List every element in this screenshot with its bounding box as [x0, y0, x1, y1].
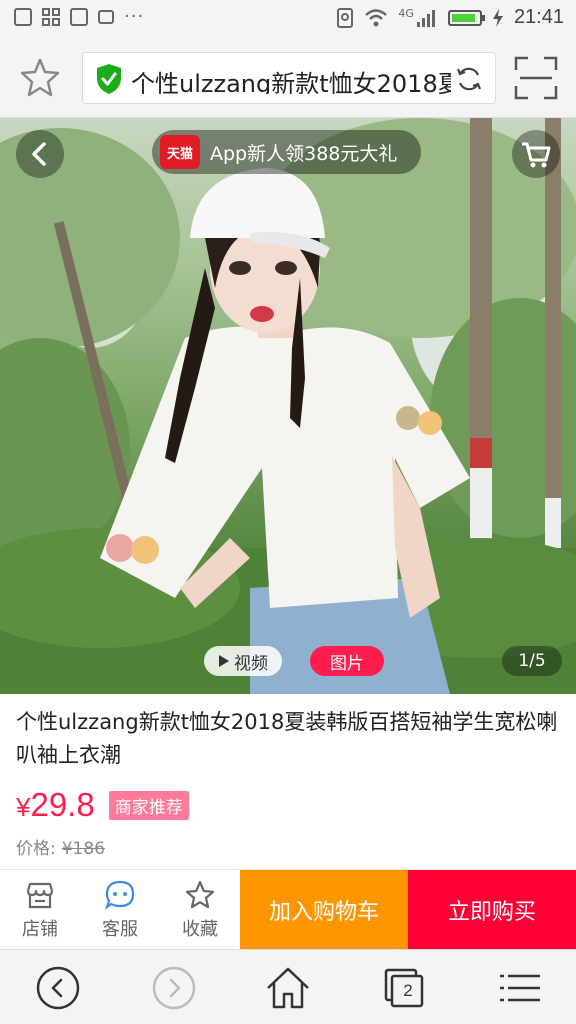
play-icon [219, 655, 229, 667]
media-tabs: 视频 图片 [204, 646, 384, 676]
reload-icon[interactable] [455, 65, 483, 93]
notification-icon [14, 8, 32, 26]
chevron-left-icon [32, 142, 46, 166]
price-value: 29.8 [30, 786, 95, 823]
tmall-logo: 天猫 [160, 135, 200, 169]
tab-count: 2 [403, 981, 413, 1000]
browser-nav-bar: 2 [0, 949, 576, 1024]
wifi-icon [365, 8, 388, 26]
url-title-text: 个性ulzzang新款t恤女2018夏装韩版百搭短袖学生宽松喇叭袖上衣潮 [131, 70, 451, 94]
clock: 21:41 [513, 6, 564, 28]
shopping-cart-icon [522, 142, 551, 168]
product-image-carousel[interactable]: 天猫 App新人领388元大礼 视频 图片 1/5 [0, 118, 576, 694]
recommend-badge: 商家推荐 [108, 790, 189, 820]
service-bubble-icon [104, 880, 135, 910]
status-bar: ··· 4G 21:41 [0, 0, 576, 38]
browser-address-bar: 个性ulzzang新款t恤女2018夏装韩版百搭短袖学生宽松喇叭袖上衣潮 [0, 38, 576, 118]
back-button[interactable] [16, 130, 64, 178]
secure-shield-icon [97, 64, 121, 94]
more-notifications-icon: ··· [124, 6, 145, 27]
shop-label: 店铺 [22, 919, 58, 940]
product-photo [0, 118, 576, 694]
favorite-star-icon [185, 880, 215, 909]
original-price-value: ¥186 [61, 839, 105, 859]
cart-button[interactable] [512, 130, 560, 178]
promo-text: App新人领388元大礼 [210, 142, 398, 165]
scan-icon[interactable] [514, 56, 558, 100]
service-label: 客服 [102, 919, 138, 940]
tab-photo[interactable]: 图片 [310, 646, 384, 676]
sim-icon [337, 7, 354, 28]
menu-icon[interactable] [496, 964, 544, 1012]
back-nav-icon[interactable] [34, 964, 82, 1012]
signal-icon [416, 9, 435, 27]
original-price-label: 价格: [16, 839, 56, 859]
price-row: ¥29.8 商家推荐 [16, 786, 189, 824]
store-icon [26, 882, 54, 909]
product-title: 个性ulzzang新款t恤女2018夏装韩版百搭短袖学生宽松喇叭袖上衣潮 [16, 710, 558, 767]
bookmark-star-icon[interactable] [18, 56, 62, 100]
customer-service-button[interactable]: 客服 [80, 870, 160, 950]
buy-now-button[interactable]: 立即购买 [408, 870, 576, 950]
favorite-label: 收藏 [182, 919, 218, 940]
home-icon[interactable] [264, 964, 312, 1012]
price-currency: ¥ [16, 792, 31, 822]
message-icon [70, 8, 88, 26]
favorite-button[interactable]: 收藏 [160, 870, 240, 950]
shop-button[interactable]: 店铺 [0, 870, 80, 950]
current-price: ¥29.8 [16, 786, 95, 824]
tab-video[interactable]: 视频 [204, 646, 282, 676]
tabs-button[interactable]: 2 [380, 964, 428, 1012]
tab-photo-label: 图片 [330, 653, 364, 674]
add-to-cart-button[interactable]: 加入购物车 [240, 870, 408, 950]
battery-level-fill [451, 13, 475, 22]
apps-grid-icon [42, 8, 60, 26]
network-type-label: 4G [398, 7, 414, 20]
ad-icon [98, 10, 114, 24]
new-user-promo-banner[interactable]: 天猫 App新人领388元大礼 [152, 130, 422, 174]
battery-icon [447, 9, 485, 26]
forward-nav-icon[interactable] [150, 964, 198, 1012]
tab-video-label: 视频 [234, 653, 268, 674]
charging-icon [492, 8, 503, 27]
tmall-logo-text: 天猫 [166, 146, 193, 162]
original-price: 价格: ¥186 [16, 834, 105, 859]
purchase-action-bar: 店铺 客服 收藏 加入购物车 立即购买 [0, 869, 576, 950]
url-field[interactable]: 个性ulzzang新款t恤女2018夏装韩版百搭短袖学生宽松喇叭袖上衣潮 [82, 52, 496, 104]
image-page-counter: 1/5 [502, 646, 562, 676]
